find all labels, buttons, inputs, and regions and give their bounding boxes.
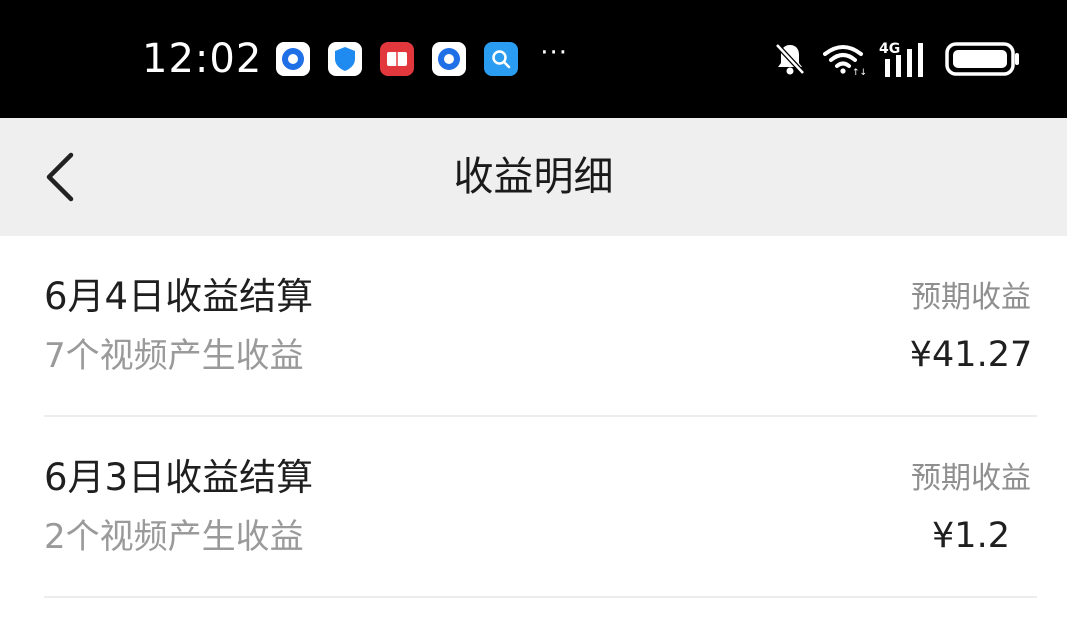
app-icon-search: [484, 42, 519, 76]
app-icon-red-book: [380, 42, 415, 76]
earnings-amount: ¥41.27: [909, 335, 1033, 375]
divider: [44, 596, 1037, 598]
back-button[interactable]: [30, 142, 90, 212]
expected-earnings-label: 预期收益: [911, 280, 1031, 315]
chevron-left-icon: [46, 152, 74, 202]
settlement-title: 6月3日收益结算: [44, 456, 314, 499]
bell-muted-icon: [773, 41, 807, 77]
expected-earnings-label: 预期收益: [911, 461, 1031, 496]
navigation-bar: 收益明细: [0, 118, 1067, 236]
list-item[interactable]: 6月3日收益结算 2个视频产生收益 预期收益 ¥1.2: [0, 417, 1067, 598]
list-item[interactable]: 6月4日收益结算 7个视频产生收益 预期收益 ¥41.27: [0, 236, 1067, 417]
network-type-label: 4G: [879, 41, 900, 57]
app-icon-shield: [328, 42, 363, 76]
app-icon-blue-ring-2: [432, 42, 467, 76]
svg-text:↑↓: ↑↓: [852, 68, 865, 76]
settlement-subtitle: 2个视频产生收益: [44, 517, 304, 557]
app-icon-blue-ring: [276, 42, 311, 76]
status-bar: 12:02 ··· ↑↓ 4G: [0, 0, 1067, 118]
signal-icon: 4G: [879, 39, 931, 79]
more-notifications-icon: ···: [540, 38, 569, 68]
page-title: 收益明细: [453, 154, 614, 200]
settlement-subtitle: 7个视频产生收益: [44, 336, 304, 376]
settlement-title: 6月4日收益结算: [44, 275, 314, 318]
wifi-icon: ↑↓: [821, 42, 865, 76]
battery-icon: [945, 41, 1021, 77]
earnings-amount: ¥1.2: [932, 516, 1010, 556]
status-time: 12:02: [142, 36, 263, 82]
status-bar-left: 12:02 ···: [142, 0, 568, 118]
status-bar-right: ↑↓ 4G: [759, 0, 1021, 118]
earnings-list: 6月4日收益结算 7个视频产生收益 预期收益 ¥41.27 6月3日收益结算 2…: [0, 236, 1067, 598]
